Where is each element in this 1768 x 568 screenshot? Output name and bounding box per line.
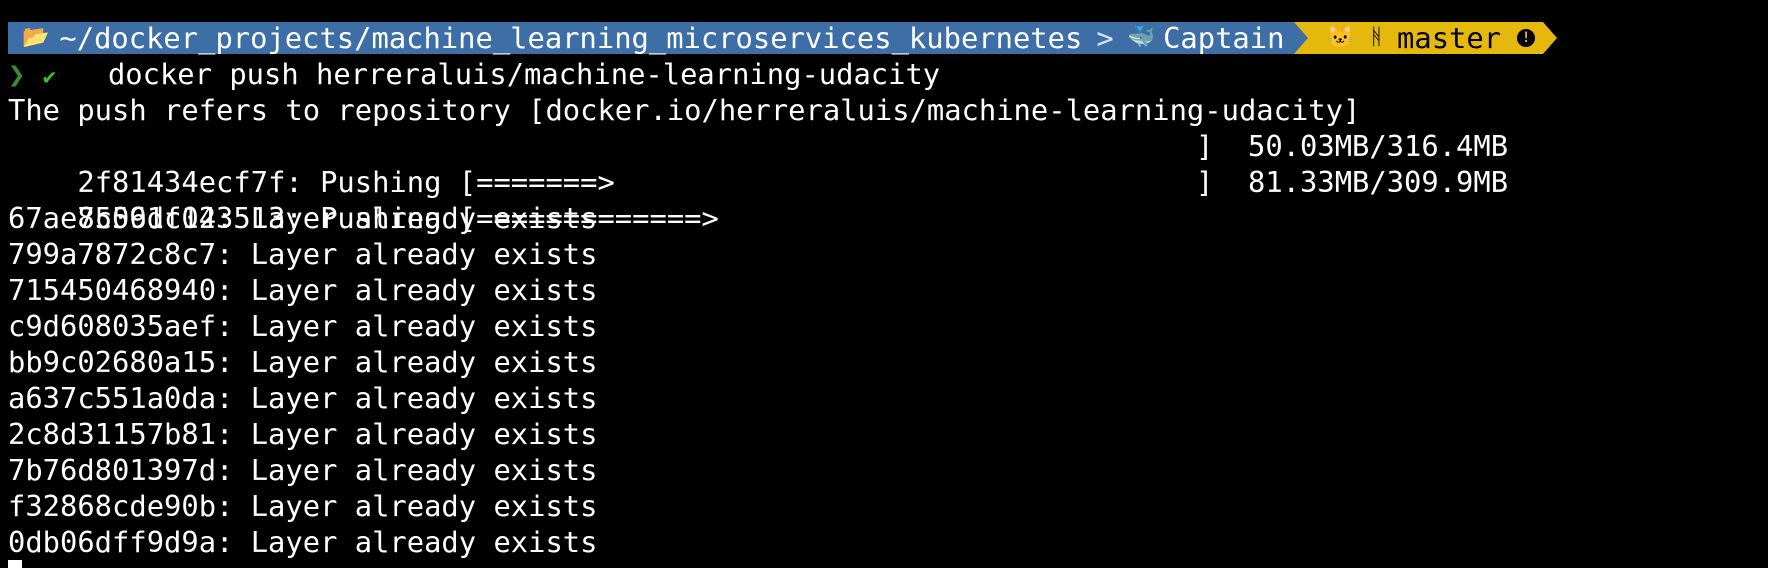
existing-layer-line: 2c8d31157b81: Layer already exists [8,417,598,451]
git-branch-name: master [1397,21,1502,55]
command-line: ❯ ✔ docker push herreraluis/machine-lear… [8,56,1760,92]
command-text: docker push herreraluis/machine-learning… [107,57,941,91]
existing-layer-line: 7b76d801397d: Layer already exists [8,453,598,487]
segment-arrow [1294,22,1309,54]
segment-arrow [1543,22,1558,54]
pushing-layer-line: 85591c123513: Pushing [=============> ] … [8,164,1760,235]
push-header: The push refers to repository [docker.io… [8,93,1361,127]
warning-icon: ! [1517,29,1536,47]
existing-layer-line: 67ae7c06df04: Layer already exists [8,201,598,235]
prompt-chevron-icon: ❯ [8,57,26,91]
existing-layer-line: 799a7872c8c7: Layer already exists [8,237,598,271]
github-cat-icon: 🐱 [1326,25,1354,50]
prompt-docker-context: Captain [1163,21,1285,55]
existing-layer-line: c9d608035aef: Layer already exists [8,309,598,343]
success-check-icon: ✔ [42,65,56,90]
chevron-right-icon: > [1096,21,1114,55]
existing-layer-line: bb9c02680a15: Layer already exists [8,345,598,379]
prompt-path-segment: 📂 ~/docker_projects/machine_learning_mic… [8,21,1295,55]
existing-layer-line: 0db06dff9d9a: Layer already exists [8,525,598,559]
prompt-bar: 📂 ~/docker_projects/machine_learning_mic… [8,20,1760,56]
folder-icon: 📂 [22,25,50,50]
terminal-output: 📂 ~/docker_projects/machine_learning_mic… [8,20,1760,560]
pushing-layer-progress: ] 81.33MB/309.9MB [1196,165,1509,199]
git-branch-icon: ᚻ [1369,25,1384,50]
terminal-cursor[interactable] [8,560,22,568]
pushing-layer-progress: ] 50.03MB/316.4MB [1196,129,1509,163]
existing-layer-line: a637c551a0da: Layer already exists [8,381,598,415]
prompt-git-segment: 🐱 ᚻ master ! [1308,21,1544,55]
whale-icon: 🐳 [1127,25,1156,50]
prompt-path: ~/docker_projects/machine_learning_micro… [59,21,1083,55]
pushing-layer-line: 2f81434ecf7f: Pushing [=======> ] 50.03M… [8,128,1760,199]
existing-layer-line: 715450468940: Layer already exists [8,273,598,307]
existing-layer-line: f32868cde90b: Layer already exists [8,489,598,523]
